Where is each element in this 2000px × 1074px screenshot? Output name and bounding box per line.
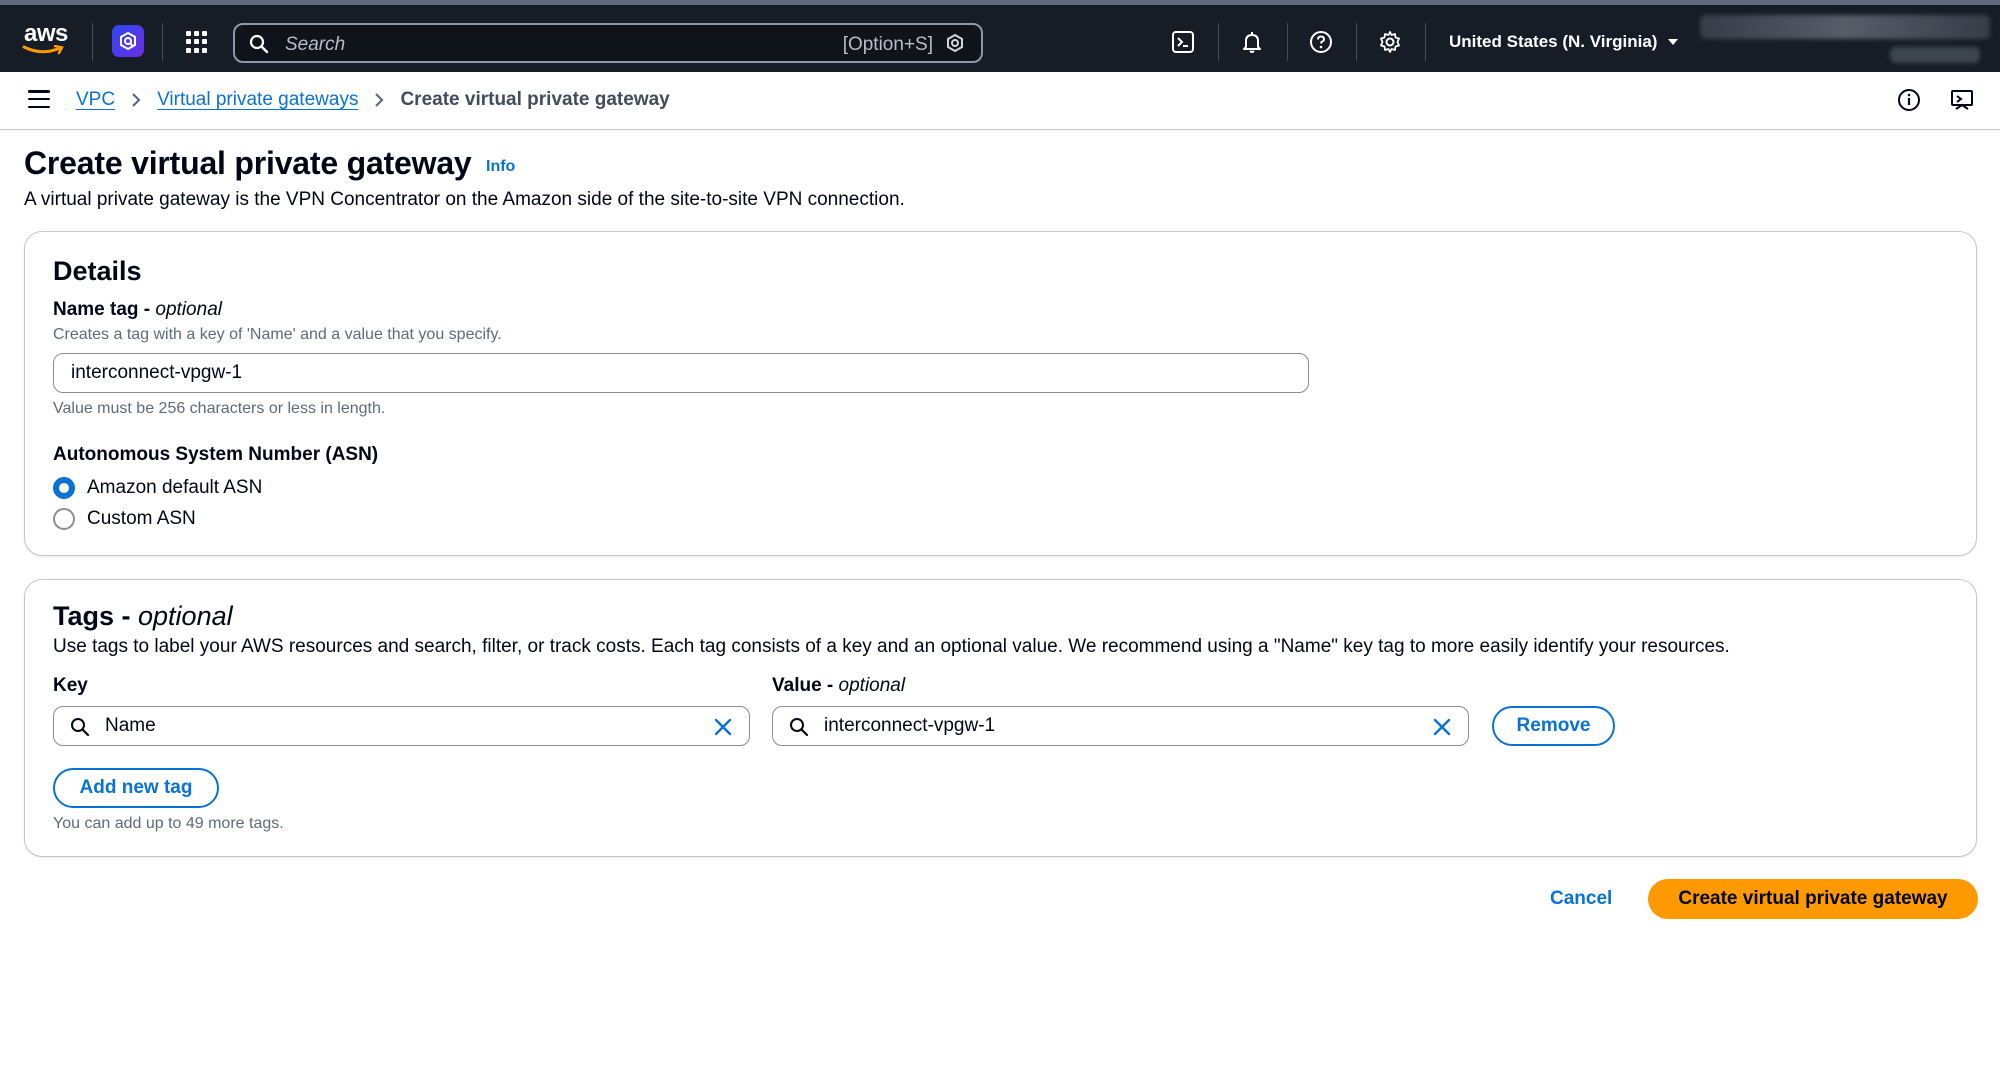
breadcrumb: VPC Virtual private gateways Create virt… [76, 89, 670, 111]
search-input[interactable]: Search [Option+S] [233, 23, 983, 63]
search-icon [790, 718, 809, 737]
search-shortcut: [Option+S] [842, 34, 933, 55]
aws-logo-text: aws [24, 20, 68, 47]
breadcrumb-vpc[interactable]: VPC [76, 89, 115, 111]
name-tag-label: Name tag - optional [53, 299, 222, 321]
chevron-right-icon [131, 92, 141, 108]
nav-divider [1356, 23, 1357, 61]
chevron-right-icon [374, 92, 385, 108]
tags-heading: Tags - optional [53, 601, 233, 632]
details-heading: Details [53, 256, 142, 286]
nav-divider [1287, 23, 1288, 61]
radio-label: Custom ASN [87, 508, 196, 529]
clear-icon[interactable] [713, 717, 733, 737]
nav-divider [1218, 23, 1219, 61]
breadcrumb-virtual-private-gateways[interactable]: Virtual private gateways [157, 89, 358, 111]
aws-logo[interactable]: aws [20, 19, 76, 59]
tag-key-value: Name [105, 715, 156, 736]
clear-icon[interactable] [1432, 717, 1452, 737]
radio-amazon-default-asn[interactable]: Amazon default ASN [53, 477, 262, 499]
radio-unselected-icon[interactable] [53, 508, 75, 530]
tag-key-input[interactable]: Name [53, 706, 750, 746]
cancel-button[interactable]: Cancel [1550, 888, 1612, 910]
name-tag-value: interconnect-vpgw-1 [71, 362, 243, 383]
help-icon[interactable] [1308, 29, 1334, 55]
region-label: United States (N. Virginia) [1449, 32, 1658, 51]
name-tag-constraint: Value must be 256 characters or less in … [53, 400, 386, 417]
info-panel-icon[interactable] [1896, 87, 1922, 113]
caret-down-icon [1668, 39, 1679, 45]
feedback-icon[interactable] [1949, 87, 1975, 113]
search-icon [71, 718, 90, 737]
page-header: Create virtual private gateway Info [24, 145, 515, 182]
add-new-tag-button[interactable]: Add new tag [53, 768, 219, 808]
optional-label: optional [155, 299, 222, 320]
menu-icon[interactable] [28, 90, 50, 108]
page-description: A virtual private gateway is the VPN Con… [24, 189, 905, 210]
breadcrumb-current: Create virtual private gateway [400, 89, 670, 110]
region-selector[interactable]: United States (N. Virginia) [1449, 32, 1679, 52]
details-panel: Details Name tag - optional Creates a ta… [24, 231, 1977, 556]
page-title: Create virtual private gateway [24, 145, 472, 181]
nav-divider [1425, 23, 1426, 61]
optional-label: optional [838, 675, 906, 696]
tag-value-input[interactable]: interconnect-vpgw-1 [772, 706, 1469, 746]
search-icon [249, 34, 269, 54]
settings-icon[interactable] [1377, 29, 1403, 55]
remove-tag-button[interactable]: Remove [1492, 706, 1615, 746]
amazon-q-icon[interactable] [112, 25, 144, 57]
tags-heading-text: Tags - [53, 601, 139, 631]
radio-selected-icon[interactable] [53, 477, 75, 499]
nav-divider [162, 23, 163, 61]
search-placeholder: Search [285, 34, 346, 55]
top-navigation: aws Search [Option+S] United States (N. … [0, 0, 2000, 72]
cloudshell-icon[interactable] [1170, 29, 1196, 55]
aws-smile-icon [22, 45, 64, 55]
tag-value-value: interconnect-vpgw-1 [824, 715, 996, 736]
breadcrumb-bar: VPC Virtual private gateways Create virt… [0, 72, 2000, 130]
tags-limit-text: You can add up to 49 more tags. [53, 815, 284, 832]
services-grid-icon[interactable] [186, 31, 208, 53]
info-link[interactable]: Info [486, 158, 515, 176]
nav-divider [92, 23, 93, 61]
amazon-q-shortcut-icon [947, 33, 963, 53]
account-id [1890, 47, 1980, 63]
tags-panel: Tags - optional Use tags to label your A… [24, 579, 1977, 857]
account-menu[interactable] [1700, 15, 1990, 39]
name-tag-help: Creates a tag with a key of 'Name' and a… [53, 326, 502, 343]
tag-key-label: Key [53, 675, 88, 696]
name-tag-label-text: Name tag - [53, 299, 156, 320]
tag-value-label: Value - optional [772, 675, 905, 697]
create-virtual-private-gateway-button[interactable]: Create virtual private gateway [1648, 879, 1978, 919]
asn-label: Autonomous System Number (ASN) [53, 444, 379, 465]
tag-value-label-text: Value - [772, 675, 839, 696]
tags-description: Use tags to label your AWS resources and… [53, 636, 1730, 657]
radio-label: Amazon default ASN [87, 477, 263, 498]
name-tag-input[interactable]: interconnect-vpgw-1 [53, 353, 1309, 393]
optional-label: optional [138, 601, 233, 631]
notifications-icon[interactable] [1239, 29, 1265, 55]
radio-custom-asn[interactable]: Custom ASN [53, 508, 196, 530]
